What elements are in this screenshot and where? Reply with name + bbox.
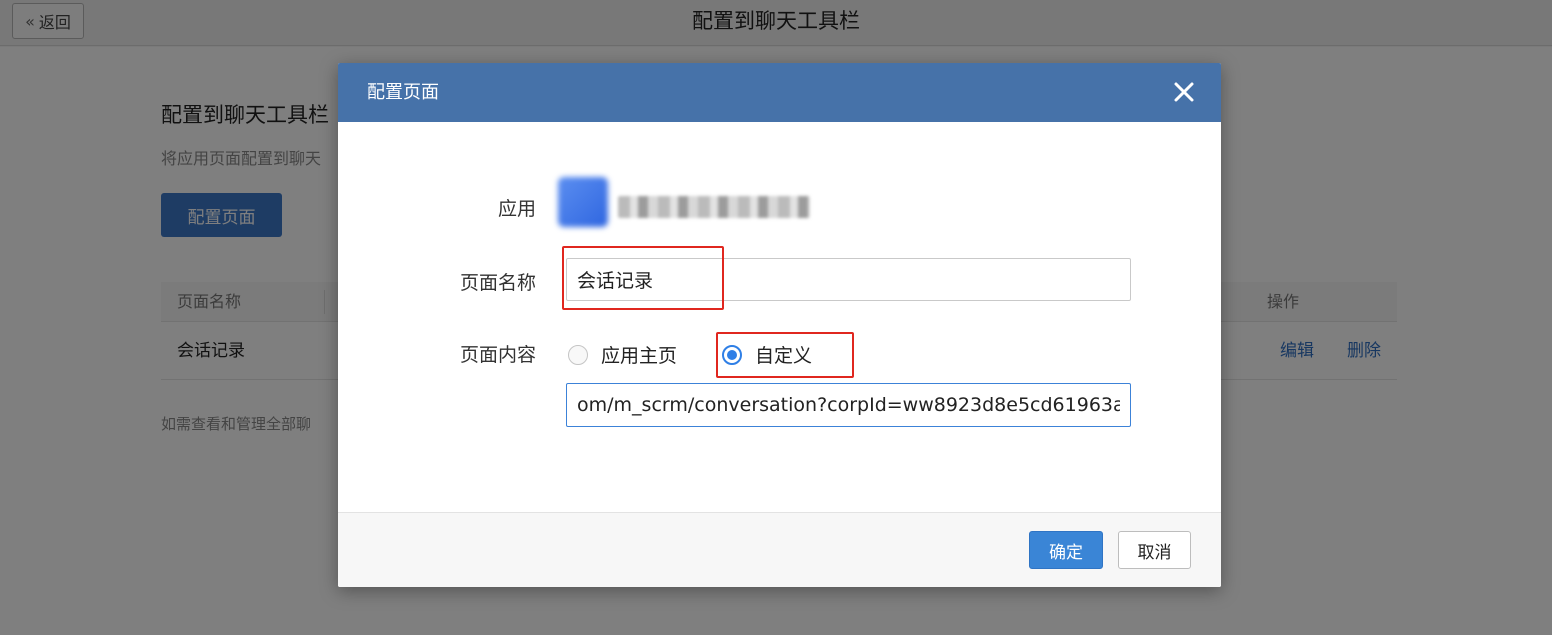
confirm-button[interactable]: 确定 [1029, 531, 1103, 569]
radio-app-home-label: 应用主页 [601, 345, 678, 367]
cancel-button[interactable]: 取消 [1118, 531, 1191, 569]
radio-custom[interactable]: 自定义 [722, 341, 812, 368]
radio-checked-icon[interactable] [722, 344, 742, 365]
app-icon [558, 177, 608, 227]
dialog-header: 配置页面 [338, 63, 1221, 122]
app-label: 应用 [497, 198, 536, 220]
dialog-footer: 确定 取消 [338, 512, 1221, 587]
dialog-title: 配置页面 [367, 82, 439, 103]
app-name-blurred [618, 196, 810, 218]
page-name-input[interactable] [566, 258, 1131, 301]
radio-unchecked-icon[interactable] [568, 344, 588, 365]
radio-custom-label: 自定义 [755, 345, 813, 367]
close-icon-graphic [1174, 82, 1194, 102]
page-name-label: 页面名称 [459, 272, 536, 294]
close-icon[interactable] [1171, 79, 1197, 105]
config-page-dialog: 配置页面 应用 页面名称 页面内容 应用主页 自定义 确定 取消 [338, 63, 1221, 587]
page-content-label: 页面内容 [459, 344, 536, 366]
radio-app-home[interactable]: 应用主页 [568, 341, 677, 368]
custom-url-input[interactable] [566, 383, 1131, 427]
